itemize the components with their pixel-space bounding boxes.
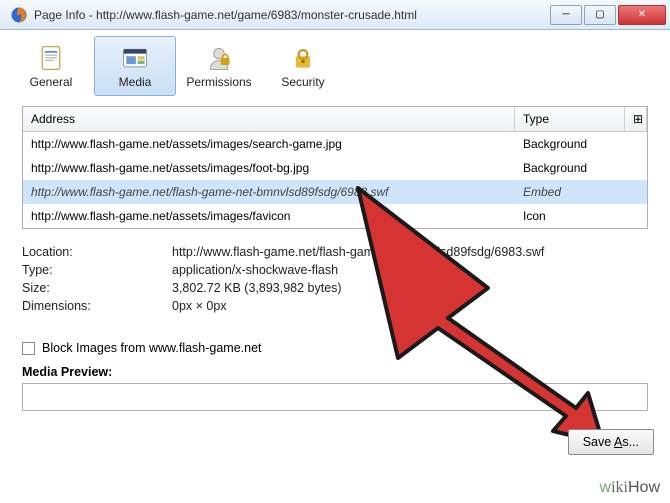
location-value: http://www.flash-game.net/flash-game-net… xyxy=(172,245,648,259)
size-value: 3,802.72 KB (3,893,982 bytes) xyxy=(172,281,648,295)
header-address[interactable]: Address xyxy=(23,107,515,131)
location-label: Location: xyxy=(22,245,172,259)
tab-general-label: General xyxy=(30,75,73,89)
type-value: application/x-shockwave-flash xyxy=(172,263,648,277)
window-controls: ─ ▢ ✕ xyxy=(548,5,666,25)
tab-security[interactable]: Security xyxy=(262,36,344,96)
permissions-icon xyxy=(205,44,233,72)
save-as-button[interactable]: Save As... xyxy=(568,429,654,455)
watermark: wwikiHowikiHow xyxy=(600,479,660,497)
block-images-checkbox[interactable] xyxy=(22,342,35,355)
media-list[interactable]: Address Type ⊞ http://www.flash-game.net… xyxy=(22,106,648,229)
list-header: Address Type ⊞ xyxy=(23,107,647,132)
lock-icon xyxy=(289,44,317,72)
tab-media[interactable]: Media xyxy=(94,36,176,96)
category-toolbar: General Media Permissions Security xyxy=(0,30,670,96)
main-panel: Address Type ⊞ http://www.flash-game.net… xyxy=(22,106,648,411)
tab-permissions-label: Permissions xyxy=(186,75,251,89)
window-titlebar: Page Info - http://www.flash-game.net/ga… xyxy=(0,0,670,30)
window-title: Page Info - http://www.flash-game.net/ga… xyxy=(34,8,548,22)
list-row[interactable]: http://www.flash-game.net/assets/images/… xyxy=(23,132,647,156)
document-icon xyxy=(37,44,65,72)
list-row-selected[interactable]: http://www.flash-game.net/flash-game-net… xyxy=(23,180,647,204)
media-preview-label: Media Preview: xyxy=(22,365,648,379)
minimize-button[interactable]: ─ xyxy=(550,5,582,25)
header-type[interactable]: Type xyxy=(515,107,625,131)
dimensions-label: Dimensions: xyxy=(22,299,172,313)
tab-media-label: Media xyxy=(119,75,152,89)
dimensions-value: 0px × 0px xyxy=(172,299,648,313)
list-row[interactable]: http://www.flash-game.net/assets/images/… xyxy=(23,204,647,228)
media-icon xyxy=(121,44,149,72)
tab-permissions[interactable]: Permissions xyxy=(178,36,260,96)
size-label: Size: xyxy=(22,281,172,295)
block-images-label: Block Images from www.flash-game.net xyxy=(42,341,262,355)
close-button[interactable]: ✕ xyxy=(618,5,666,25)
header-overflow[interactable]: ⊞ xyxy=(625,107,647,131)
tab-security-label: Security xyxy=(281,75,324,89)
tab-general[interactable]: General xyxy=(10,36,92,96)
maximize-button[interactable]: ▢ xyxy=(584,5,616,25)
type-label: Type: xyxy=(22,263,172,277)
firefox-icon xyxy=(10,6,28,24)
list-row[interactable]: http://www.flash-game.net/assets/images/… xyxy=(23,156,647,180)
media-details: Location:http://www.flash-game.net/flash… xyxy=(22,243,648,315)
block-images-row: Block Images from www.flash-game.net xyxy=(22,341,648,355)
media-preview xyxy=(22,383,648,411)
